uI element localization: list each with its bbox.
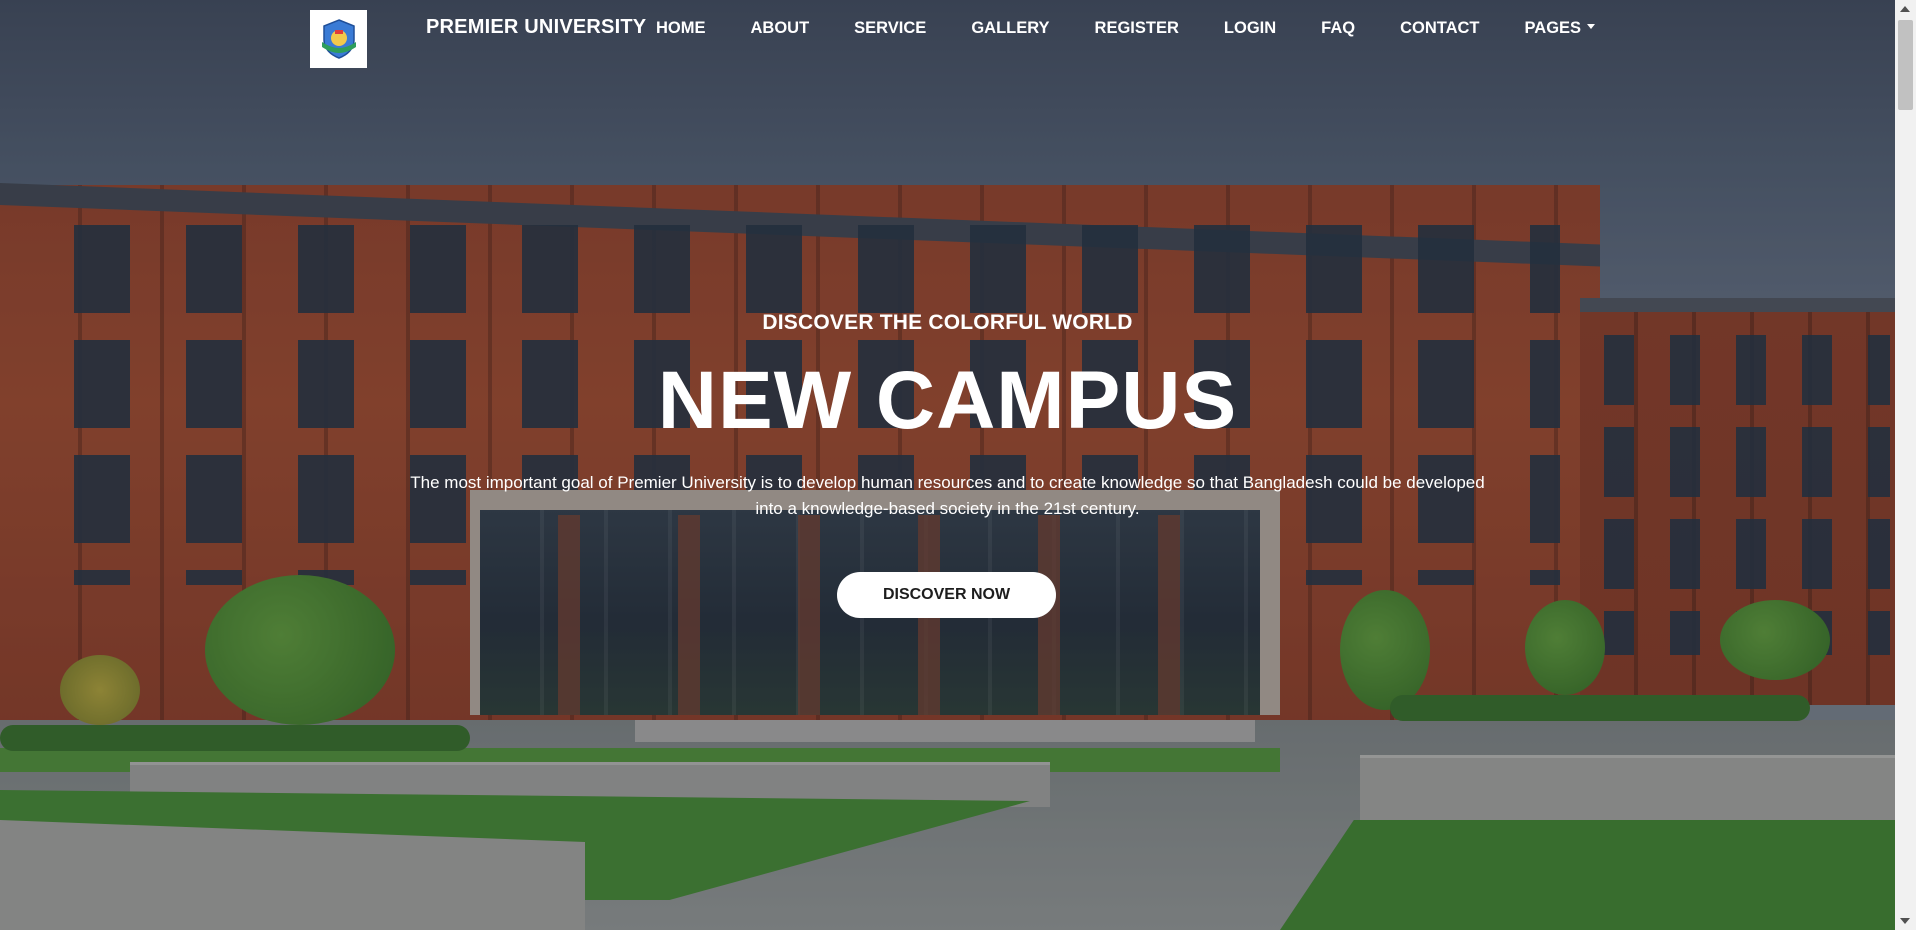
logo[interactable] (310, 10, 367, 68)
nav-gallery[interactable]: GALLERY (971, 19, 1049, 38)
hero-headline: NEW CAMPUS (657, 355, 1238, 446)
caret-down-icon (1587, 24, 1596, 30)
nav-pages-dropdown[interactable]: PAGES (1525, 19, 1596, 38)
main-nav: HOME ABOUT SERVICE GALLERY REGISTER LOGI… (656, 19, 1640, 38)
nav-register[interactable]: REGISTER (1095, 19, 1179, 38)
hero-overlay (0, 0, 1895, 930)
hero-kicker: DISCOVER THE COLORFUL WORLD (762, 311, 1133, 334)
nav-faq[interactable]: FAQ (1321, 19, 1355, 38)
scroll-up-arrow-icon[interactable] (1900, 6, 1910, 12)
hero-description: The most important goal of Premier Unive… (410, 473, 1485, 518)
brand-name[interactable]: PREMIER UNIVERSITY (426, 16, 646, 39)
nav-contact[interactable]: CONTACT (1400, 19, 1479, 38)
nav-home[interactable]: HOME (656, 19, 706, 38)
discover-now-button[interactable]: DISCOVER NOW (837, 572, 1056, 618)
nav-login[interactable]: LOGIN (1224, 19, 1276, 38)
university-crest-icon (321, 19, 356, 59)
nav-about[interactable]: ABOUT (751, 19, 810, 38)
scroll-down-arrow-icon[interactable] (1900, 918, 1910, 924)
navbar: PREMIER UNIVERSITY HOME ABOUT SERVICE GA… (0, 0, 1895, 70)
scrollbar-thumb[interactable] (1898, 20, 1913, 110)
page-scrollbar[interactable] (1895, 0, 1916, 930)
nav-service[interactable]: SERVICE (854, 19, 926, 38)
nav-pages-label: PAGES (1524, 19, 1582, 37)
hero-section (0, 0, 1895, 930)
